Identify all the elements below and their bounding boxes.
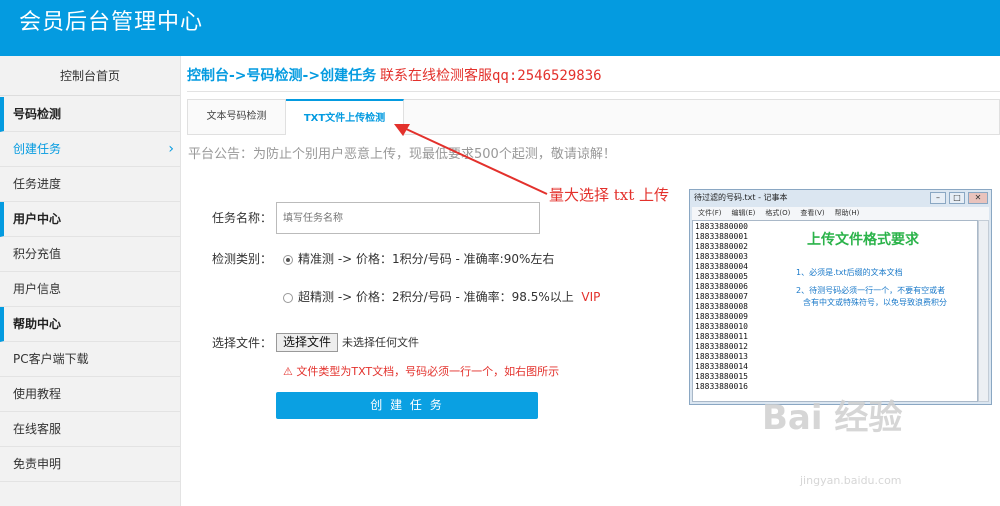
file-label: 选择文件： (212, 336, 273, 350)
close-icon: ✕ (968, 192, 988, 204)
phone-number-line: 18833880011 (695, 332, 748, 341)
phone-number-line: 18833880010 (695, 322, 748, 331)
file-status: 未选择任何文件 (342, 336, 419, 349)
breadcrumb-divider (187, 91, 1000, 92)
task-name-label: 任务名称： (212, 211, 273, 225)
super-precise-option-label: 超精测 -> 价格：2积分/号码 - 准确率：98.5%以上 VIP (298, 290, 601, 304)
phone-number-line: 18833880014 (695, 362, 748, 371)
phone-number-line: 18833880004 (695, 262, 748, 271)
format-tip-2: 2、待测号码必须一行一个，不要有空或者 (796, 286, 946, 295)
category-label: 检测类别： (212, 252, 273, 266)
sidebar-item-tutorial[interactable]: 使用教程 (0, 377, 180, 412)
sidebar-section-user-center: 用户中心 (0, 202, 180, 237)
sidebar-item-label: 号码检测 (13, 107, 62, 121)
sidebar-item-label: 任务进度 (13, 177, 62, 191)
sidebar-item-online-service[interactable]: 在线客服 (0, 412, 180, 447)
maximize-icon: □ (949, 192, 965, 204)
menu-edit: 编辑(E) (731, 209, 756, 217)
phone-number-line: 18833880003 (695, 252, 748, 261)
support-contact-note: 联系在线检测客服qq:2546529836 (380, 68, 602, 84)
precise-radio[interactable] (283, 255, 293, 265)
notepad-menu-bar: 文件(F) 编辑(E) 格式(O) 查看(V) 帮助(H) (692, 207, 989, 220)
sidebar-item-pc-client[interactable]: PC客户端下载 (0, 342, 180, 377)
sidebar-item-label: 用户信息 (13, 282, 62, 296)
menu-format: 格式(O) (765, 209, 791, 217)
annotation-text: 量大选择 txt 上传 (549, 186, 670, 204)
breadcrumb: 控制台->号码检测->创建任务 (187, 68, 377, 84)
task-name-input[interactable] (276, 202, 540, 234)
phone-number-line: 18833880007 (695, 292, 748, 301)
baidu-jingyan-watermark: Bai 经验 (762, 398, 903, 438)
menu-view: 查看(V) (800, 209, 825, 217)
tab-text-detection[interactable]: 文本号码检测 (188, 99, 286, 135)
super-precise-radio[interactable] (283, 293, 293, 303)
tab-txt-upload[interactable]: TXT文件上传检测 (286, 99, 404, 136)
phone-number-line: 18833880002 (695, 242, 748, 251)
sidebar-item-label: PC客户端下载 (13, 352, 89, 366)
notepad-body: 18833880000 18833880001 18833880002 1883388… (692, 220, 978, 402)
sidebar-item-label: 使用教程 (13, 387, 62, 401)
sidebar: 控制台首页 号码检测创建任务 › 任务进度用户中心积分充值用户信息帮助中心 PC客户端… (0, 56, 181, 506)
phone-number-line: 18833880005 (695, 272, 748, 281)
create-task-button[interactable]: 创 建 任 务 (276, 392, 538, 419)
file-type-warning: ⚠ 文件类型为TXT文档，号码必须一行一个，如右图所示 (283, 365, 560, 378)
menu-file: 文件(F) (698, 209, 722, 217)
sidebar-item-label: 积分充值 (13, 247, 62, 261)
chevron-right-icon: › (168, 141, 174, 157)
sidebar-section-detection: 号码检测 (0, 97, 180, 132)
sidebar-item-label: 创建任务 (13, 142, 62, 156)
phone-number-line: 18833880015 (695, 372, 748, 381)
sidebar-item-label: 在线客服 (13, 422, 62, 436)
phone-number-line: 18833880013 (695, 352, 748, 361)
sidebar-item-create-task[interactable]: 创建任务 › (0, 132, 180, 167)
notepad-scrollbar (978, 220, 989, 402)
choose-file-button[interactable]: 选择文件 (276, 333, 338, 352)
vip-badge: VIP (581, 290, 601, 304)
format-tip-3: 含有中文或特殊符号，以免导致浪费积分 (803, 298, 947, 307)
phone-number-line: 18833880001 (695, 232, 748, 241)
notepad-example-image: 待过滤的号码.txt - 记事本 – □ ✕ 文件(F) 编辑(E) 格式(O) 查看… (689, 189, 992, 405)
phone-number-line: 18833880016 (695, 382, 748, 391)
app-title: 会员后台管理中心 (19, 10, 204, 35)
sidebar-item-label: 帮助中心 (13, 317, 62, 331)
notepad-title: 待过滤的号码.txt - 记事本 (694, 193, 788, 202)
phone-number-line: 18833880009 (695, 312, 748, 321)
phone-number-line: 18833880006 (695, 282, 748, 291)
sidebar-item-label: 免责申明 (13, 457, 62, 471)
menu-help: 帮助(H) (834, 209, 860, 217)
sidebar-item-task-progress[interactable]: 任务进度 (0, 167, 180, 202)
phone-number-line: 18833880008 (695, 302, 748, 311)
watermark-url: jingyan.baidu.com (800, 474, 902, 487)
sidebar-section-help: 帮助中心 (0, 307, 180, 342)
top-bar: 会员后台管理中心 (0, 0, 1000, 56)
phone-number-line: 18833880000 (695, 222, 748, 231)
precise-option-label: 精准测 -> 价格：1积分/号码 - 准确率:90%左右 (298, 252, 555, 266)
format-requirements-heading: 上传文件格式要求 (807, 232, 919, 248)
format-tip-1: 1、必须是.txt后缀的文本文档 (796, 268, 903, 277)
sidebar-home-link[interactable]: 控制台首页 (0, 56, 180, 96)
phone-number-line: 18833880012 (695, 342, 748, 351)
sidebar-item-label: 用户中心 (13, 212, 62, 226)
minimize-icon: – (930, 192, 946, 204)
tab-bar: 文本号码检测 TXT文件上传检测 (187, 99, 1000, 136)
sidebar-item-disclaimer[interactable]: 免责申明 (0, 447, 180, 482)
sidebar-item-user-info[interactable]: 用户信息 (0, 272, 180, 307)
sidebar-item-recharge[interactable]: 积分充值 (0, 237, 180, 272)
annotation-arrow (394, 124, 548, 195)
